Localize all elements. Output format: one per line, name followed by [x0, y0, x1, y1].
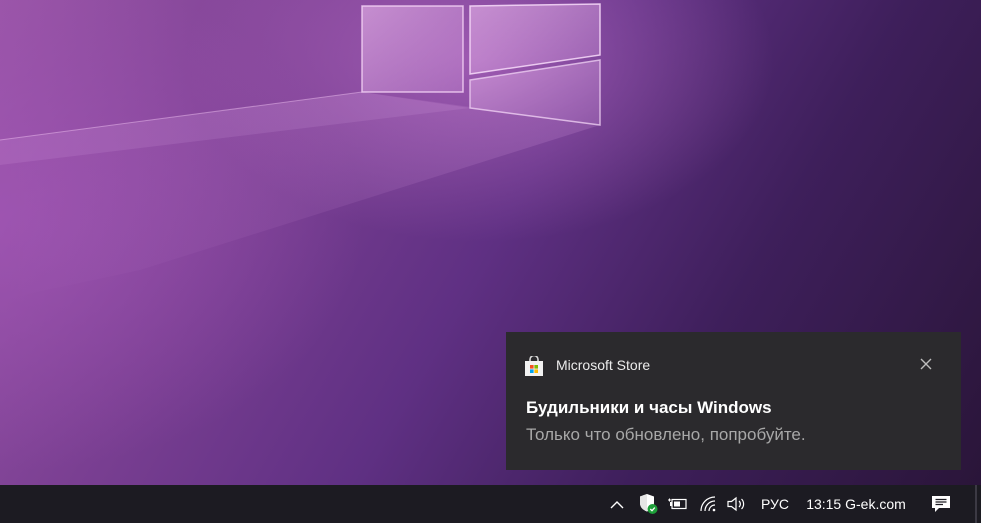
toast-body: Только что обновлено, попробуйте. — [526, 425, 806, 444]
battery-icon — [668, 497, 688, 511]
action-center-button[interactable] — [924, 485, 958, 523]
store-bag-icon — [525, 354, 543, 376]
network-tray-button[interactable] — [696, 485, 720, 523]
volume-tray-button[interactable] — [724, 485, 750, 523]
action-center-icon — [931, 495, 951, 513]
security-tray-button[interactable] — [636, 485, 660, 523]
clock-label: 13:15 G-ek.com — [806, 496, 906, 512]
shield-icon — [638, 493, 658, 515]
desktop-wallpaper: Microsoft Store Будильники и часы Window… — [0, 0, 981, 485]
taskbar: РУС 13:15 G-ek.com — [0, 485, 981, 523]
chevron-up-icon — [610, 500, 624, 509]
toast-app-name: Microsoft Store — [556, 357, 651, 373]
show-desktop-button[interactable] — [975, 485, 977, 523]
toast-notification[interactable]: Microsoft Store Будильники и часы Window… — [506, 332, 961, 470]
volume-icon — [727, 496, 747, 512]
input-language-label: РУС — [760, 496, 790, 512]
close-button[interactable] — [914, 352, 938, 376]
clock-button[interactable]: 13:15 G-ek.com — [800, 485, 912, 523]
wifi-icon — [699, 496, 717, 512]
toast-title: Будильники и часы Windows — [526, 398, 772, 417]
show-hidden-icons-button[interactable] — [606, 485, 628, 523]
input-language-button[interactable]: РУС — [756, 485, 794, 523]
battery-tray-button[interactable] — [666, 485, 690, 523]
close-icon — [920, 355, 932, 374]
